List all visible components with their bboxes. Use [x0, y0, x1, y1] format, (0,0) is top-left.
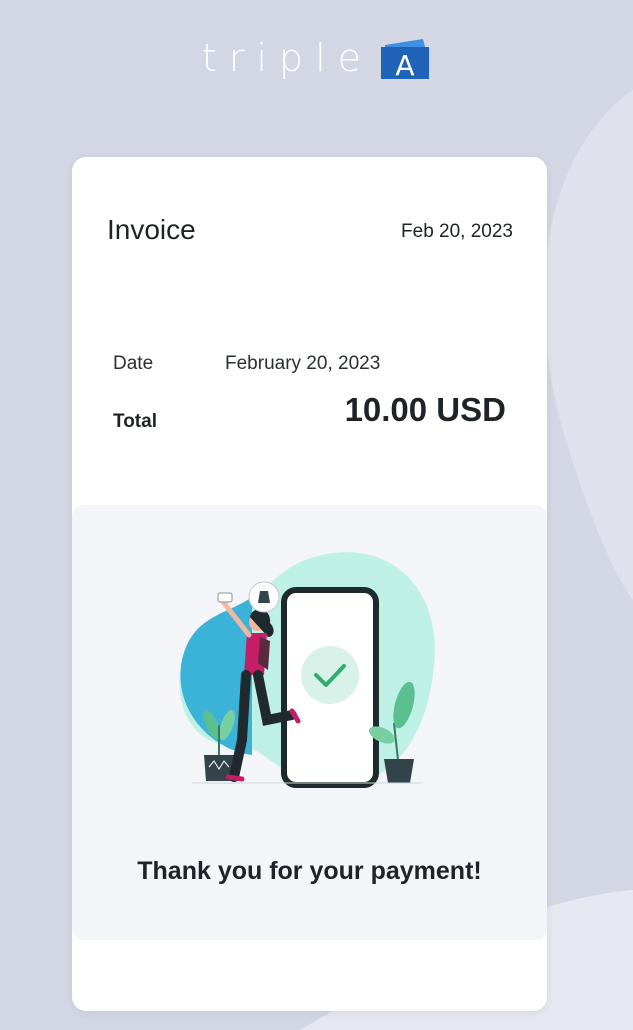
invoice-title: Invoice: [107, 214, 196, 245]
confirmation-panel: Thank you for your payment!: [72, 505, 547, 940]
logo-a-icon: A: [381, 39, 430, 79]
invoice-header-date: Feb 20, 2023: [401, 221, 513, 242]
thank-you-message: Thank you for your payment!: [137, 857, 482, 885]
payment-success-illustration: [179, 552, 435, 788]
total-label: Total: [113, 411, 157, 432]
invoice-card: Invoice Feb 20, 2023 Date February 20, 2…: [72, 157, 547, 1011]
date-value: February 20, 2023: [225, 353, 381, 374]
date-label: Date: [113, 353, 154, 374]
logo-wordmark: triple: [201, 36, 374, 80]
svg-text:A: A: [395, 49, 414, 79]
total-amount: 10.00 USD: [344, 391, 506, 428]
brand-logo: triple A: [0, 36, 633, 80]
